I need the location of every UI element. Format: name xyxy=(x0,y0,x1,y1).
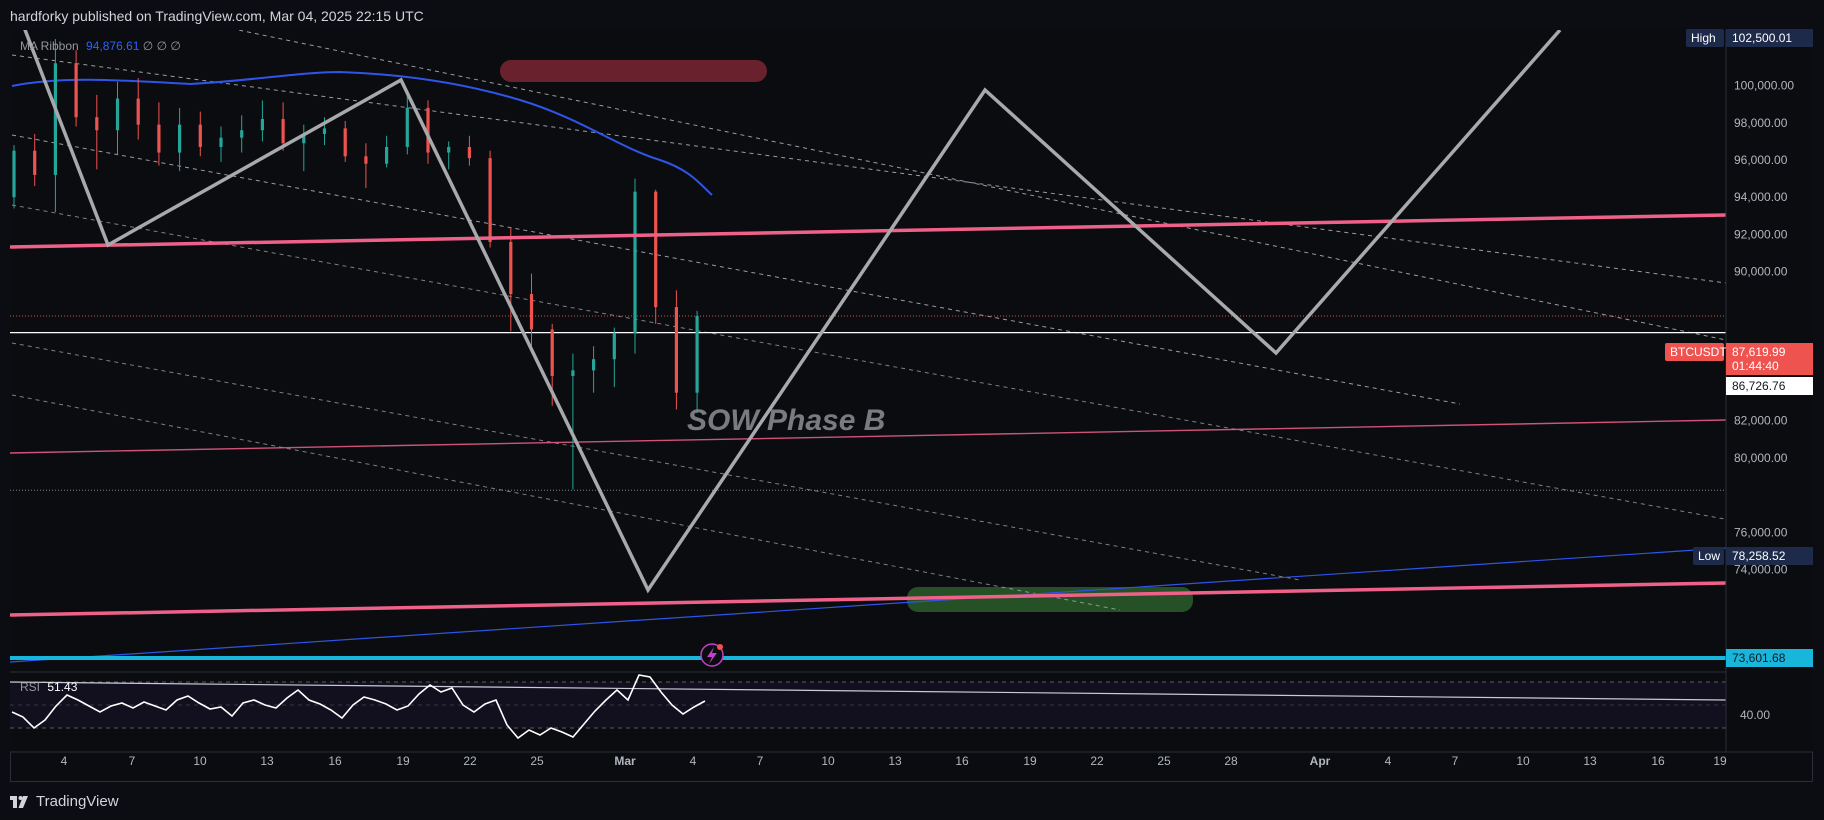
time-tick-label: 19 xyxy=(396,754,410,768)
candle-body xyxy=(12,150,16,198)
white-line-tag: 86,726.76 xyxy=(1726,377,1813,395)
time-tick-label: 7 xyxy=(129,754,136,768)
last-price-tag-label: BTCUSDT xyxy=(1670,345,1727,359)
time-tick-label: 22 xyxy=(463,754,477,768)
candle-body xyxy=(633,191,637,334)
candle-body xyxy=(260,119,264,131)
candle-body xyxy=(488,158,492,242)
candle-body xyxy=(385,146,389,164)
time-tick-label: 10 xyxy=(193,754,207,768)
rsi-tick-label: 40.00 xyxy=(1740,708,1770,722)
ma-ribbon-label: MA Ribbon xyxy=(20,39,79,53)
time-tick-label: 19 xyxy=(1023,754,1037,768)
candle-body xyxy=(33,150,37,175)
time-tick-label: Mar xyxy=(614,754,636,768)
last-price-tag-value: 87,619.99 xyxy=(1732,345,1786,359)
candle-body xyxy=(654,191,658,308)
annotation-sow-phase-b: SOW Phase B xyxy=(687,404,885,437)
candle-body xyxy=(695,316,699,393)
price-tick-label: 76,000.00 xyxy=(1734,525,1788,539)
candle-body xyxy=(95,117,99,131)
candle-body xyxy=(509,241,513,295)
candle-body xyxy=(136,98,140,125)
time-tick-label: 25 xyxy=(530,754,544,768)
tradingview-brand[interactable]: TradingView xyxy=(10,793,119,810)
candle-body xyxy=(74,63,78,118)
candle-body xyxy=(322,128,327,134)
time-tick-label: Apr xyxy=(1310,754,1331,768)
candle-body xyxy=(240,130,244,138)
ma-ribbon-extra: ∅ ∅ ∅ xyxy=(142,39,181,53)
tradingview-logo-icon xyxy=(10,795,28,808)
ma-ribbon-legend[interactable]: MA Ribbon 94,876.61 ∅ ∅ ∅ xyxy=(20,39,181,53)
high-tag-value: 102,500.01 xyxy=(1732,31,1792,45)
time-tick-label: 4 xyxy=(690,754,697,768)
low-tag-value: 78,258.52 xyxy=(1732,549,1786,563)
low-tag-label: Low xyxy=(1698,549,1720,563)
white-line-tag-value: 86,726.76 xyxy=(1732,379,1786,393)
candle-body xyxy=(364,156,368,164)
rsi-label: RSI xyxy=(20,680,41,694)
candle-body xyxy=(674,307,678,393)
candle-body xyxy=(529,294,534,330)
candle-body xyxy=(592,359,596,371)
price-tick-label: 90,000.00 xyxy=(1734,265,1788,279)
price-tick-label: 96,000.00 xyxy=(1734,153,1788,167)
cyan-line-tag: 73,601.68 xyxy=(1726,649,1813,667)
time-tick-label: 22 xyxy=(1090,754,1104,768)
time-tick-label: 4 xyxy=(1385,754,1392,768)
plot-background xyxy=(10,30,1726,752)
rsi-value: 51.43 xyxy=(47,680,78,694)
time-tick-label: 7 xyxy=(757,754,764,768)
time-tick-label: 13 xyxy=(1583,754,1597,768)
candle-body xyxy=(343,128,347,157)
time-tick-label: 16 xyxy=(1651,754,1665,768)
time-tick-label: 10 xyxy=(1516,754,1530,768)
candle-body xyxy=(157,124,161,153)
price-tick-label: 92,000.00 xyxy=(1734,227,1788,241)
bottom-bar xyxy=(0,782,1824,820)
resistance-zone xyxy=(500,60,767,82)
last-price-tag-countdown: 01:44:40 xyxy=(1732,359,1779,373)
time-tick-label: 7 xyxy=(1452,754,1459,768)
candle-body xyxy=(405,107,409,147)
rsi-legend[interactable]: RSI 51.43 xyxy=(20,680,77,694)
candle-body xyxy=(53,63,57,175)
time-tick-label: 10 xyxy=(821,754,835,768)
candle-body xyxy=(198,124,202,147)
time-tick-label: 25 xyxy=(1157,754,1171,768)
chart-canvas[interactable]: SOW Phase B 100,000.00 98,000.00 96,000.00 9… xyxy=(0,0,1824,782)
price-tick-label: 80,000.00 xyxy=(1734,451,1788,465)
tradingview-brand-label: TradingView xyxy=(36,793,119,810)
plot-area: SOW Phase B xyxy=(10,30,1726,752)
price-tick-label: 94,000.00 xyxy=(1734,190,1788,204)
ma-ribbon-value: 94,876.61 xyxy=(86,39,140,53)
time-tick-label: 13 xyxy=(888,754,902,768)
candle-body xyxy=(612,333,616,360)
price-tick-label: 82,000.00 xyxy=(1734,414,1788,428)
time-tick-label: 28 xyxy=(1224,754,1238,768)
time-tick-label: 19 xyxy=(1713,754,1727,768)
candle-body xyxy=(281,119,285,144)
candle-body xyxy=(447,146,451,153)
alert-dot-icon xyxy=(717,644,723,650)
time-tick-label: 16 xyxy=(328,754,342,768)
high-tag-label: High xyxy=(1691,31,1716,45)
candle-body xyxy=(219,137,223,147)
price-tick-label: 98,000.00 xyxy=(1734,116,1788,130)
time-tick-label: 16 xyxy=(955,754,969,768)
candle-body xyxy=(178,124,182,153)
low-tag: Low 78,258.52 xyxy=(1693,547,1813,565)
time-tick-label: 13 xyxy=(260,754,274,768)
candle-body xyxy=(571,370,575,376)
candle-body xyxy=(467,146,471,159)
price-tick-label: 100,000.00 xyxy=(1734,79,1794,93)
high-tag: High 102,500.01 xyxy=(1686,29,1813,47)
candle-body xyxy=(550,329,554,376)
cyan-line-tag-value: 73,601.68 xyxy=(1732,651,1786,665)
candle-body xyxy=(115,98,120,131)
time-tick-label: 4 xyxy=(61,754,68,768)
